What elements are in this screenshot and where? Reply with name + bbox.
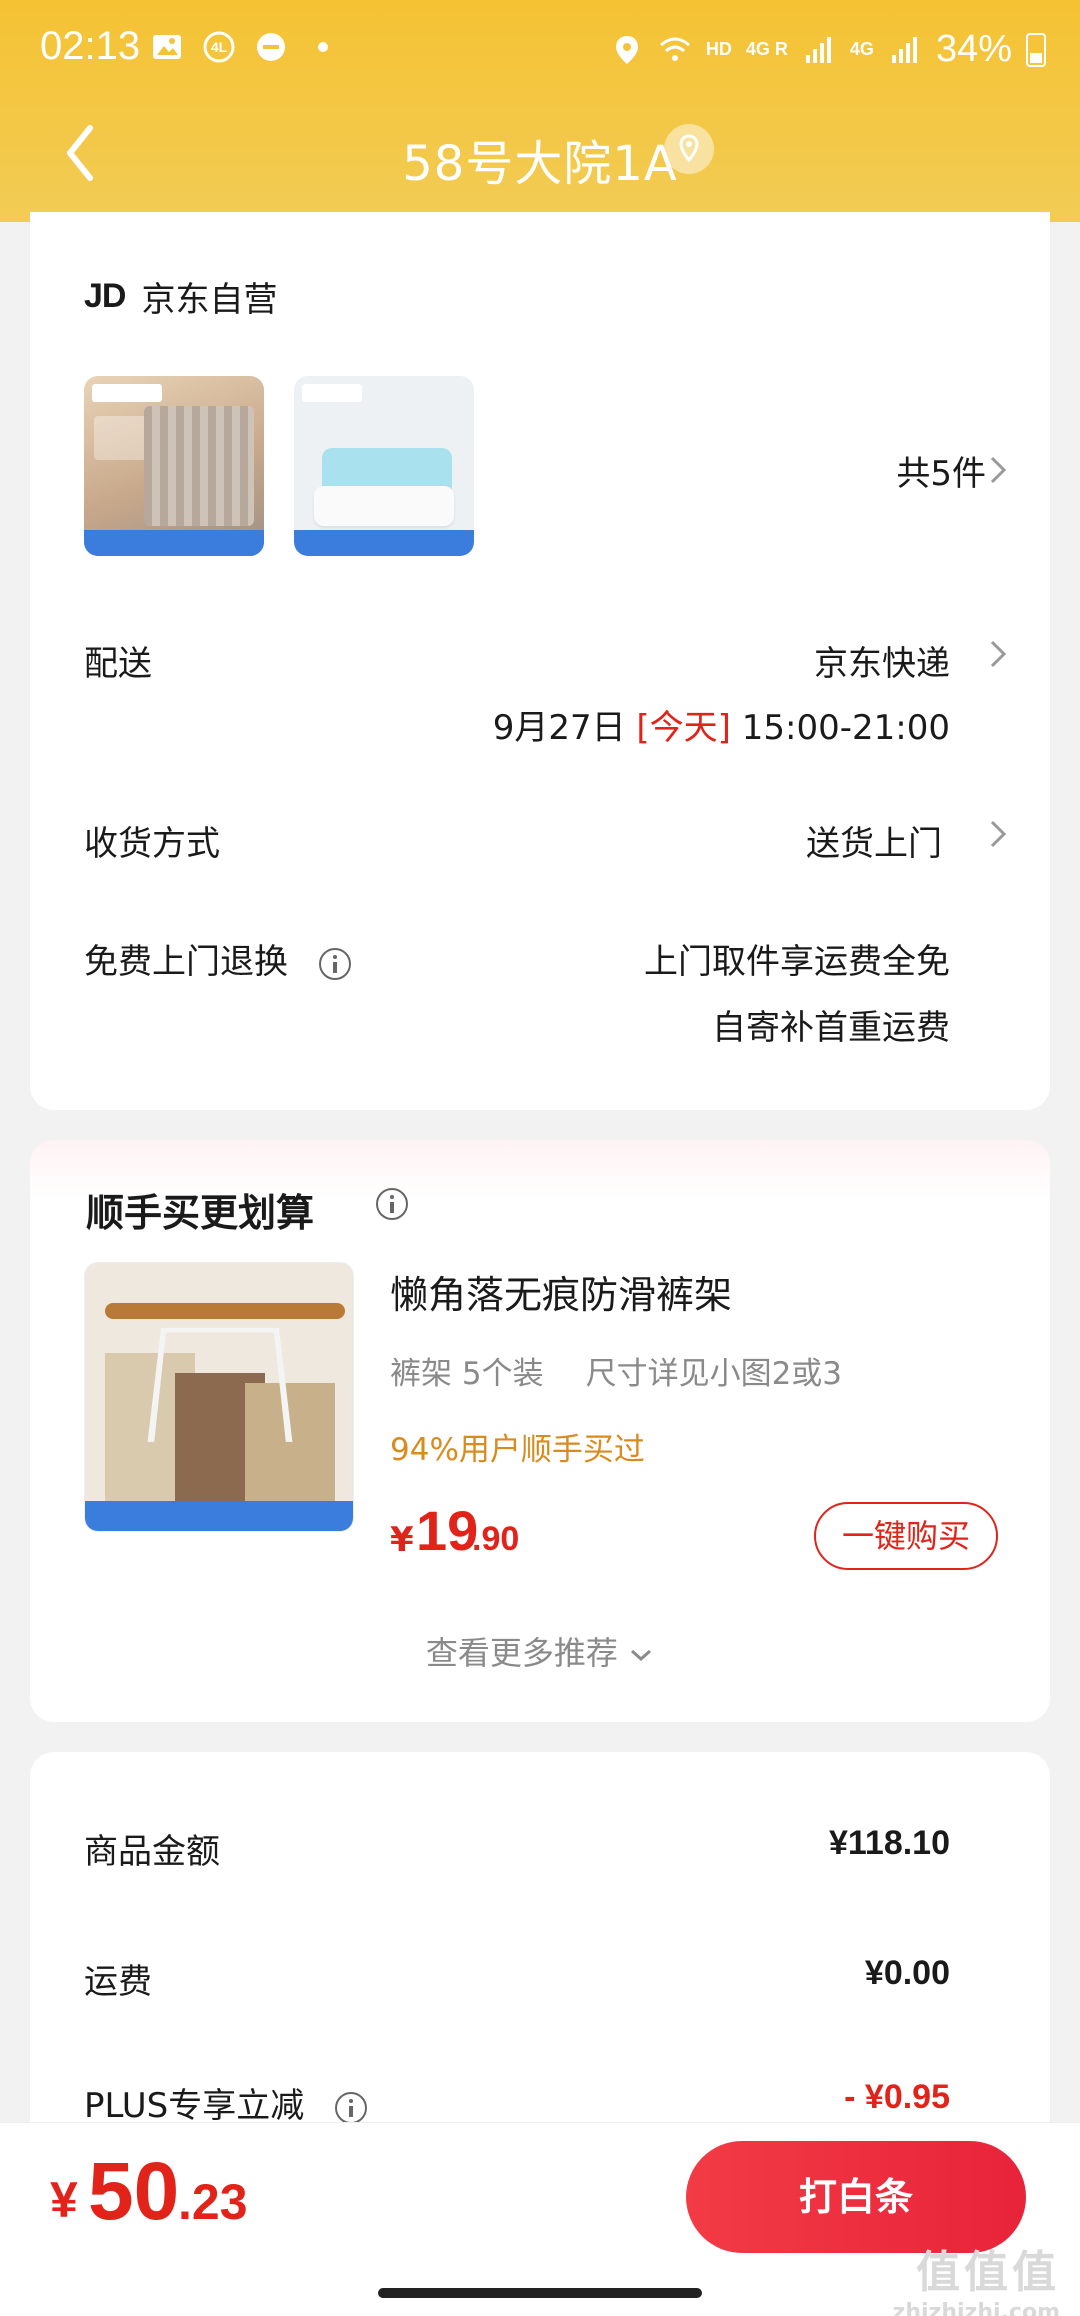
product-thumb-blanket[interactable] <box>84 376 264 556</box>
goods-amount-label: 商品金额 <box>84 1832 220 1872</box>
blanket-image <box>144 406 254 526</box>
recommend-product-spec: 裤架 5个装 尺寸详见小图2或3 <box>390 1348 884 1393</box>
battery-icon <box>1026 32 1046 67</box>
hanger-image <box>147 1327 293 1442</box>
home-indicator[interactable] <box>378 2288 702 2298</box>
goods-amount-value: ¥118.10 <box>828 1824 950 1862</box>
receive-label: 收货方式 <box>84 824 220 864</box>
header: 02:13 4L HD 4G R 4G 34% 58号大院1A <box>0 0 1080 222</box>
recommend-card: 顺手买更划算 懒角落无痕防滑裤架 裤架 5个装 尺寸详见小图2或3 94%用户顺手… <box>30 1140 1050 1722</box>
rod-image <box>105 1303 345 1319</box>
total-symbol: ¥ <box>50 2172 78 2228</box>
svg-text:4L: 4L <box>211 39 228 55</box>
shop-header: JD 京东自营 <box>84 272 277 321</box>
total-integer: 50 <box>88 2146 180 2237</box>
gallery-icon <box>153 35 181 59</box>
shipping-label: 运费 <box>84 1962 152 2002</box>
signal-icon <box>805 36 831 63</box>
address-title[interactable]: 58号大院1A <box>0 124 1080 194</box>
info-icon[interactable] <box>376 1188 408 1220</box>
location-icon <box>615 35 638 64</box>
watermark: 值值值 zhizhizhi.com <box>893 2236 1060 2316</box>
location-pin-icon[interactable] <box>664 124 714 174</box>
delivery-label: 配送 <box>84 644 152 684</box>
battery-percent: 34% <box>935 28 1012 70</box>
price-integer: 19 <box>416 1499 479 1562</box>
chevron-right-icon[interactable] <box>986 816 1010 852</box>
price-strip <box>294 530 474 556</box>
hd-label: HD <box>705 39 732 59</box>
dot-icon <box>318 42 328 52</box>
chevron-down-icon <box>631 1649 652 1662</box>
one-click-buy-button[interactable]: 一键购买 <box>814 1502 998 1570</box>
recommend-hint: 94%用户顺手买过 <box>390 1432 645 1468</box>
app-notification-icon: 4L <box>203 31 235 63</box>
delivery-window: 15:00-21:00 <box>741 708 950 748</box>
chevron-right-icon[interactable] <box>986 636 1010 672</box>
brand-badge <box>302 384 362 402</box>
net2-label: 4G <box>849 39 874 59</box>
signal-icon-2 <box>891 36 917 63</box>
price-decimal: .90 <box>472 1520 520 1558</box>
order-card: JD 京东自营 共5件 配送 京东快递 9月27日 [今天] 15:00-21:… <box>30 212 1050 1110</box>
spec-1: 裤架 5个装 <box>390 1356 544 1392</box>
info-icon[interactable] <box>318 947 351 980</box>
price-strip <box>84 530 264 556</box>
shipping-value: ¥0.00 <box>864 1954 950 1992</box>
nav-bar: 58号大院1A <box>0 110 1080 200</box>
item-count[interactable]: 共5件 <box>896 446 986 495</box>
towel-white-image <box>314 486 454 526</box>
returns-label: 免费上门退换 <box>84 934 351 983</box>
delivery-carrier[interactable]: 京东快递 <box>814 636 950 685</box>
notification-icons: 4L <box>150 30 340 64</box>
watermark-site: zhizhizhi.com <box>892 2300 1060 2316</box>
status-bar: 02:13 4L HD 4G R 4G 34% <box>0 22 1080 78</box>
returns-label-text: 免费上门退换 <box>84 942 288 982</box>
watermark-logo: 值值值 <box>916 2247 1060 2298</box>
total-decimal: .23 <box>178 2174 248 2230</box>
brand-badge <box>92 384 162 402</box>
returns-line2: 自寄补首重运费 <box>712 1008 950 1048</box>
status-time: 02:13 <box>40 24 141 68</box>
today-tag: [今天] <box>636 708 731 748</box>
plus-discount-label: PLUS专享立减 <box>84 2078 368 2127</box>
returns-line1: 上门取件享运费全免 <box>644 942 950 982</box>
spec-2: 尺寸详见小图2或3 <box>585 1356 843 1392</box>
plus-label-text: PLUS专享立减 <box>84 2086 305 2126</box>
wifi-icon <box>659 37 690 61</box>
receive-value[interactable]: 送货上门 <box>806 816 942 865</box>
see-more-label: 查看更多推荐 <box>425 1634 618 1672</box>
jd-logo: JD <box>84 277 126 315</box>
delivery-time[interactable]: 9月27日 [今天] 15:00-21:00 <box>493 700 950 749</box>
shop-name: 京东自营 <box>141 280 278 320</box>
recommend-product-image[interactable] <box>84 1262 354 1532</box>
recommend-product-name[interactable]: 懒角落无痕防滑裤架 <box>390 1264 732 1319</box>
chevron-right-icon[interactable] <box>986 452 1010 488</box>
price-strip <box>85 1501 353 1531</box>
info-icon[interactable] <box>335 2091 368 2124</box>
product-thumb-towel[interactable] <box>294 376 474 556</box>
delivery-date: 9月27日 <box>492 708 626 748</box>
net1-label: 4G R <box>745 39 788 59</box>
plus-discount-value: - ¥0.95 <box>844 2078 950 2116</box>
price-symbol: ¥ <box>390 1520 414 1560</box>
do-not-disturb-icon <box>257 33 285 61</box>
status-right: HD 4G R 4G 34% <box>610 28 1046 71</box>
recommend-title: 顺手买更划算 <box>86 1191 315 1235</box>
see-more-recommend[interactable]: 查看更多推荐 <box>30 1628 1050 1674</box>
